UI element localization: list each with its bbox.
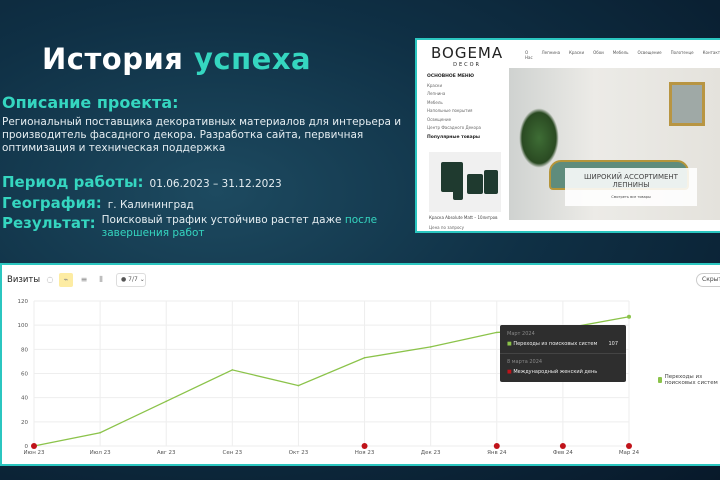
data-point [231, 369, 234, 371]
y-tick-label: 100 [18, 323, 29, 329]
event-marker [626, 443, 632, 449]
line-chart: 020406080100120Июн 23 Июл 23 Авг 23 Сен 23 О… [18, 299, 640, 456]
x-tick-label: Окт 23 [289, 450, 309, 456]
y-tick-label: 60 [21, 372, 28, 378]
data-point [429, 346, 432, 348]
x-tick-label: Мар 24 [619, 450, 640, 456]
data-point [297, 384, 300, 387]
x-tick-label: Сен 23 [223, 450, 243, 456]
x-tick-label: Июл 23 [90, 450, 112, 456]
y-tick-label: 20 [21, 420, 28, 426]
data-point [627, 314, 631, 319]
chart-tooltip: Март 2024 ■ Переходы из поисковых систем… [500, 325, 626, 382]
event-marker [361, 443, 368, 449]
y-tick-label: 40 [21, 396, 28, 402]
x-tick-label: Янв 24 [487, 450, 507, 456]
data-point [363, 356, 366, 359]
event-marker [493, 443, 500, 449]
legend-item[interactable]: Переходы из поисковых систем [658, 374, 720, 386]
x-tick-label: Дек 23 [421, 450, 441, 456]
event-marker [559, 443, 566, 449]
x-tick-label: Авг 23 [157, 450, 176, 456]
event-marker [31, 443, 37, 449]
data-point [99, 431, 101, 434]
x-tick-label: Фев 24 [553, 450, 574, 456]
x-tick-label: Июн 23 [23, 450, 45, 456]
x-tick-label: Ноя 23 [355, 450, 375, 456]
y-tick-label: 120 [18, 299, 29, 305]
data-point [165, 400, 168, 403]
y-tick-label: 80 [21, 347, 28, 353]
data-point [495, 331, 498, 334]
